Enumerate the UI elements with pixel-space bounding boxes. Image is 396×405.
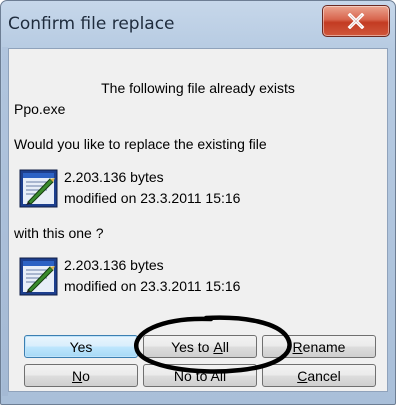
rename-label-post: ename	[302, 338, 346, 355]
yes-to-all-label-pre: Yes to	[171, 338, 214, 355]
replacement-file-modified: modified on 23.3.2011 15:16	[64, 278, 241, 294]
rename-mnemonic: R	[292, 338, 303, 355]
yes-to-all-button[interactable]: Yes to All	[143, 335, 257, 358]
replace-question: Would you like to replace the existing f…	[14, 136, 267, 152]
yes-to-all-label-post: ll	[222, 338, 229, 355]
no-to-all-button[interactable]: No to All	[143, 364, 257, 387]
yes-button[interactable]: Yes	[24, 335, 138, 358]
close-button[interactable]	[322, 5, 390, 37]
rename-button[interactable]: Rename	[262, 335, 376, 358]
no-mnemonic: N	[72, 367, 83, 384]
yes-button-label: Yes	[69, 338, 93, 355]
existing-filename: Ppo.exe	[14, 101, 66, 117]
existing-file-modified: modified on 23.3.2011 15:16	[64, 190, 241, 206]
close-icon	[347, 13, 365, 29]
with-this-one-label: with this one ?	[14, 225, 104, 241]
cancel-label-post: ancel	[307, 367, 341, 384]
executable-file-icon	[19, 257, 58, 296]
yes-to-all-mnemonic: A	[213, 338, 223, 355]
cancel-mnemonic: C	[297, 367, 308, 384]
confirm-file-replace-window: Confirm file replace The following file …	[0, 0, 396, 405]
no-label-post: o	[82, 367, 90, 384]
executable-file-icon	[19, 169, 58, 208]
window-title: Confirm file replace	[8, 14, 175, 34]
no-to-all-label: No to All	[173, 367, 227, 384]
existing-file-size: 2.203.136 bytes	[64, 169, 164, 185]
replacement-file-size: 2.203.136 bytes	[64, 257, 164, 273]
dialog-heading: The following file already exists	[101, 80, 295, 96]
no-button[interactable]: No	[24, 364, 138, 387]
title-bar[interactable]: Confirm file replace	[1, 1, 395, 47]
cancel-button[interactable]: Cancel	[262, 364, 376, 387]
dialog-content: The following file already exists Ppo.ex…	[8, 48, 388, 392]
